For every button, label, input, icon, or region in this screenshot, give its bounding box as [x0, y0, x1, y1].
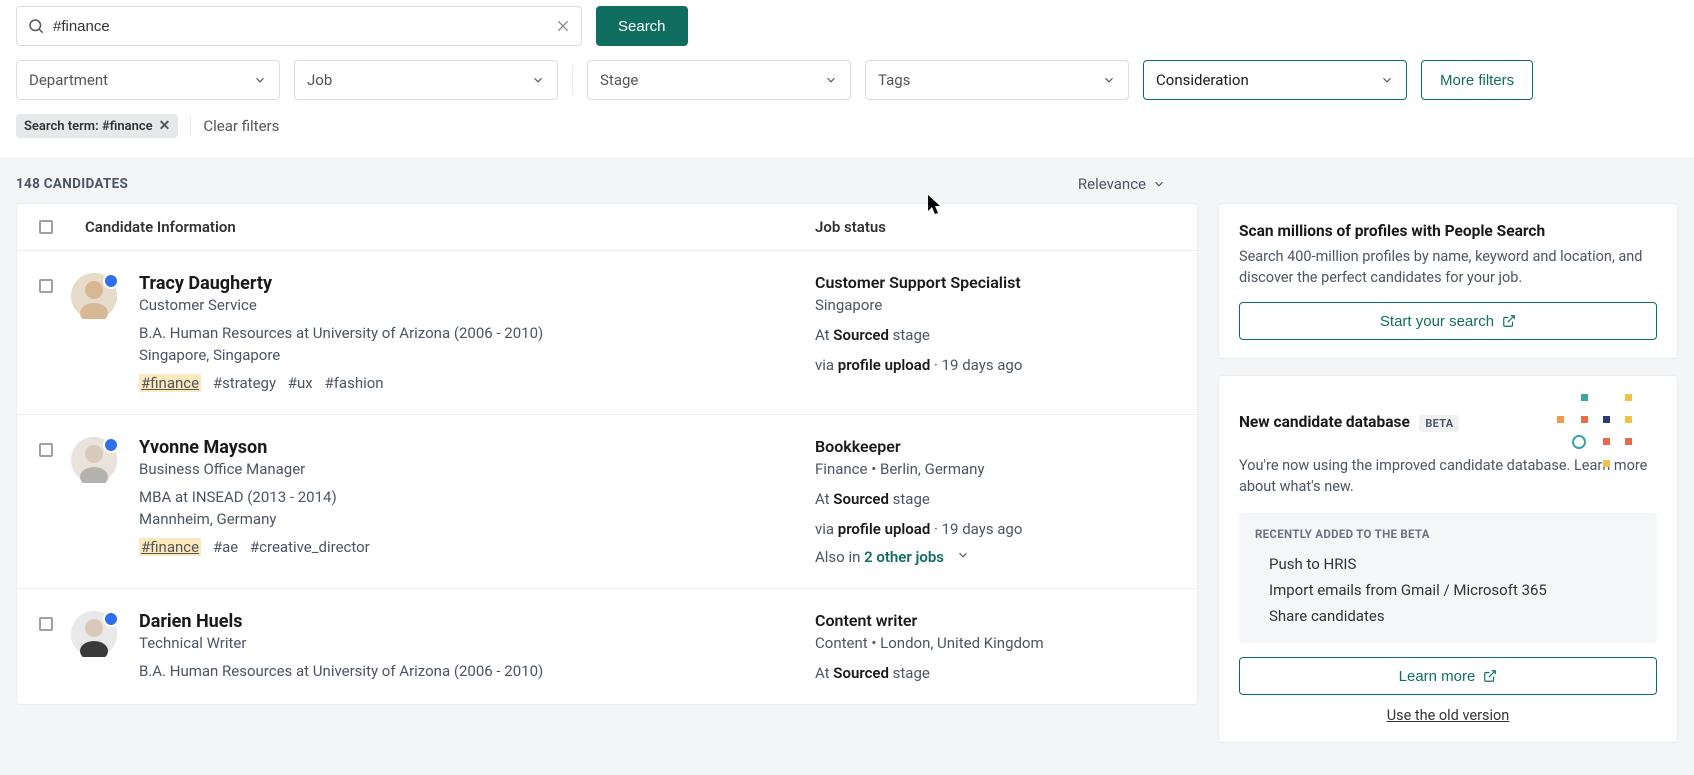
search-box[interactable] — [16, 6, 582, 46]
candidate-row[interactable]: Tracy Daugherty Customer Service B.A. Hu… — [17, 251, 1197, 415]
avatar — [71, 437, 117, 483]
card-desc: Search 400-million profiles by name, key… — [1239, 246, 1657, 288]
table-header-row: Candidate Information Job status — [17, 204, 1197, 251]
candidate-name: Tracy Daugherty — [139, 273, 797, 294]
chevron-down-icon — [253, 73, 267, 87]
clear-input-icon[interactable] — [555, 18, 571, 34]
th-candidate-info: Candidate Information — [71, 218, 797, 236]
recent-label: RECENTLY ADDED TO THE BETA — [1255, 527, 1641, 541]
stage-line: At Sourced stage — [815, 326, 1175, 344]
learn-more-button[interactable]: Learn more — [1239, 657, 1657, 695]
tag-highlight[interactable]: #finance — [139, 374, 201, 392]
job-title: Bookkeeper — [815, 437, 1175, 456]
sort-label: Relevance — [1078, 175, 1146, 193]
filter-label: Tags — [878, 71, 910, 89]
th-job-status: Job status — [815, 218, 1175, 236]
consideration-filter[interactable]: Consideration — [1143, 60, 1407, 100]
candidate-tags: #finance #strategy #ux #fashion — [139, 374, 797, 392]
old-version-link[interactable]: Use the old version — [1239, 707, 1657, 724]
separator — [190, 116, 191, 136]
filter-label: Department — [29, 71, 108, 89]
filter-chip-search-term[interactable]: Search term: #finance ✕ — [16, 114, 178, 138]
candidate-education: B.A. Human Resources at University of Ar… — [139, 324, 797, 342]
avatar — [71, 273, 117, 319]
candidate-role: Business Office Manager — [139, 460, 797, 478]
decorative-dots — [1573, 394, 1657, 449]
candidate-role: Customer Service — [139, 296, 797, 314]
avatar — [71, 611, 117, 657]
beta-card: New candidate database BETA — [1218, 375, 1678, 743]
search-icon — [27, 17, 45, 35]
candidate-row[interactable]: Darien Huels Technical Writer B.A. Human… — [17, 589, 1197, 704]
separator — [572, 66, 573, 94]
people-search-card: Scan millions of profiles with People Se… — [1218, 203, 1678, 359]
job-meta: Content • London, United Kingdom — [815, 634, 1175, 652]
chevron-down-icon[interactable] — [956, 548, 970, 562]
row-checkbox[interactable] — [39, 279, 53, 293]
tag[interactable]: #ux — [288, 374, 313, 392]
chevron-down-icon — [1152, 177, 1166, 191]
search-input[interactable] — [53, 18, 547, 35]
tag[interactable]: #strategy — [213, 374, 276, 392]
chip-remove-icon[interactable]: ✕ — [159, 118, 171, 134]
external-link-icon — [1483, 669, 1497, 683]
candidate-count: 148 CANDIDATES — [16, 176, 128, 192]
stage-line: At Sourced stage — [815, 490, 1175, 508]
tags-filter[interactable]: Tags — [865, 60, 1129, 100]
candidate-name: Yvonne Mayson — [139, 437, 797, 458]
candidate-education: B.A. Human Resources at University of Ar… — [139, 662, 797, 680]
card-desc: You're now using the improved candidate … — [1239, 455, 1657, 497]
candidate-row[interactable]: Yvonne Mayson Business Office Manager MB… — [17, 415, 1197, 589]
filter-label: Job — [307, 71, 332, 89]
start-search-button[interactable]: Start your search — [1239, 302, 1657, 340]
search-button[interactable]: Search — [596, 6, 688, 46]
job-title: Customer Support Specialist — [815, 273, 1175, 292]
candidate-education: MBA at INSEAD (2013 - 2014) — [139, 488, 797, 506]
job-meta: Singapore — [815, 296, 1175, 314]
more-filters-button[interactable]: More filters — [1421, 60, 1533, 100]
filter-label: Consideration — [1156, 71, 1249, 89]
filter-label: Stage — [600, 71, 638, 89]
tag[interactable]: #creative_director — [250, 538, 370, 556]
select-all-checkbox[interactable] — [39, 220, 53, 234]
recent-additions: RECENTLY ADDED TO THE BETA Push to HRIS … — [1239, 513, 1657, 643]
chevron-down-icon — [824, 73, 838, 87]
sort-control[interactable]: Relevance — [1078, 175, 1166, 193]
stage-line: At Sourced stage — [815, 664, 1175, 682]
candidate-tags: #finance #ae #creative_director — [139, 538, 797, 556]
recent-item: Share candidates — [1255, 603, 1641, 629]
candidate-location: Mannheim, Germany — [139, 510, 797, 528]
row-checkbox[interactable] — [39, 617, 53, 631]
job-title: Content writer — [815, 611, 1175, 630]
external-link-icon — [1502, 314, 1516, 328]
tag[interactable]: #fashion — [324, 374, 383, 392]
via-line: via profile upload · 19 days ago — [815, 356, 1175, 374]
tag-highlight[interactable]: #finance — [139, 538, 201, 556]
recent-item: Import emails from Gmail / Microsoft 365 — [1255, 577, 1641, 603]
clear-filters-link[interactable]: Clear filters — [203, 117, 279, 135]
chevron-down-icon — [1380, 73, 1394, 87]
candidate-name: Darien Huels — [139, 611, 797, 632]
department-filter[interactable]: Department — [16, 60, 280, 100]
also-in-link[interactable]: 2 other jobs — [864, 548, 944, 566]
tag[interactable]: #ae — [213, 538, 238, 556]
candidate-location: Singapore, Singapore — [139, 346, 797, 364]
also-in-line: Also in 2 other jobs — [815, 548, 1175, 566]
card-title: New candidate database — [1239, 413, 1410, 431]
job-meta: Finance • Berlin, Germany — [815, 460, 1175, 478]
row-checkbox[interactable] — [39, 443, 53, 457]
job-filter[interactable]: Job — [294, 60, 558, 100]
chevron-down-icon — [1102, 73, 1116, 87]
chip-label: Search term: #finance — [24, 119, 153, 134]
via-line: via profile upload · 19 days ago — [815, 520, 1175, 538]
candidate-role: Technical Writer — [139, 634, 797, 652]
card-title: Scan millions of profiles with People Se… — [1239, 222, 1657, 240]
stage-filter[interactable]: Stage — [587, 60, 851, 100]
beta-pill: BETA — [1419, 415, 1459, 432]
candidates-table: Candidate Information Job status Tracy D… — [16, 203, 1198, 705]
chevron-down-icon — [531, 73, 545, 87]
recent-item: Push to HRIS — [1255, 551, 1641, 577]
